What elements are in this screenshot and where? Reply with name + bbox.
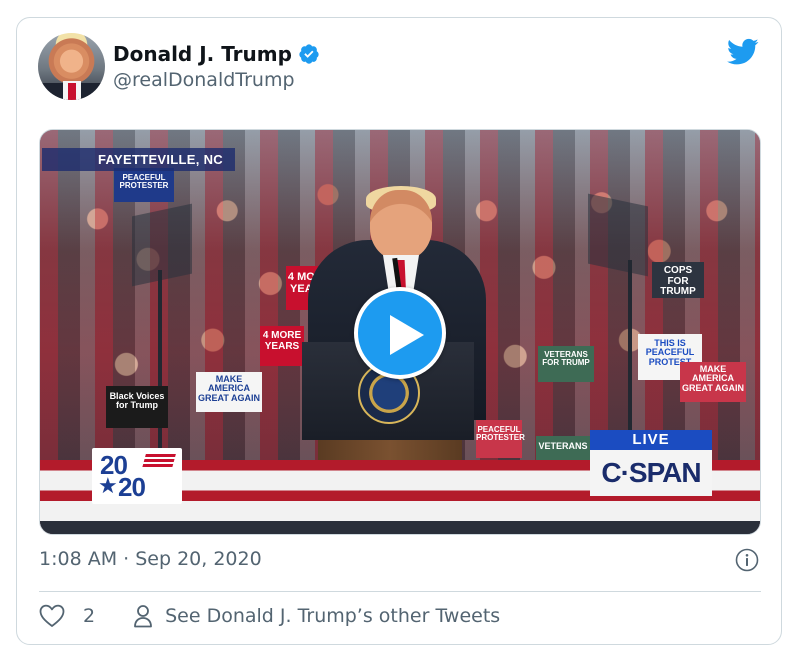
logo-stripes [142,454,176,468]
twitter-bird-icon[interactable] [727,38,759,66]
logo-2020-bottom: 20 [118,472,146,502]
live-badge: LIVE [590,430,712,450]
info-icon[interactable] [735,548,759,572]
crowd-sign: PEACEFUL PROTESTER [114,168,174,202]
crowd-sign: VETERANS [536,436,590,462]
crowd-sign: MAKE AMERICA GREAT AGAIN [680,362,746,402]
like-count: 2 [83,605,96,627]
avatar[interactable] [38,33,105,100]
tweet-card[interactable]: Donald J. Trump @realDonaldTrump PEACEFU… [16,17,782,645]
crowd-sign: PEACEFUL PROTESTER [476,420,525,458]
crowd-sign: VETERANS FOR TRUMP [538,346,594,382]
play-button[interactable] [354,287,446,379]
cspan-bug: LIVE C·SPAN [590,430,712,500]
actions-divider [39,591,761,592]
display-name[interactable]: Donald J. Trump [113,42,292,66]
tweet-actions: 2 See Donald J. Trump’s other Tweets [39,604,500,628]
verified-badge-icon [299,44,319,64]
teleprompter-right [588,193,648,277]
teleprompter-pole-left [158,270,162,470]
avatar-tie [68,83,76,100]
author-name-row[interactable]: Donald J. Trump [113,42,320,66]
crowd-sign: Black Voices for Trump [106,386,168,428]
crowd-sign: 4 MORE YEARS [260,326,304,366]
play-icon [390,315,424,355]
other-tweets-label: See Donald J. Trump’s other Tweets [165,605,501,627]
crowd-sign: COPS FOR TRUMP [652,262,704,298]
video-player[interactable]: PEACEFUL PROTESTER 4 MORE YEARS 4 MORE Y… [39,129,761,535]
speaker-head [370,190,432,260]
tweet-timestamp[interactable]: 1:08 AM · Sep 20, 2020 [39,548,262,570]
logo-star-icon: ★ [98,474,118,499]
like-button[interactable]: 2 [39,604,95,628]
crowd-sign: MAKE AMERICA GREAT AGAIN [196,372,262,412]
author-handle[interactable]: @realDonaldTrump [113,69,295,91]
network-logo: C·SPAN [590,450,712,496]
heart-icon [39,604,65,627]
other-tweets-link[interactable]: See Donald J. Trump’s other Tweets [133,604,500,628]
location-label: FAYETTEVILLE, NC [42,148,235,171]
teleprompter-left [132,203,192,287]
event-logo-2020: 20 ★ 20 [92,448,182,504]
person-icon [134,605,152,628]
